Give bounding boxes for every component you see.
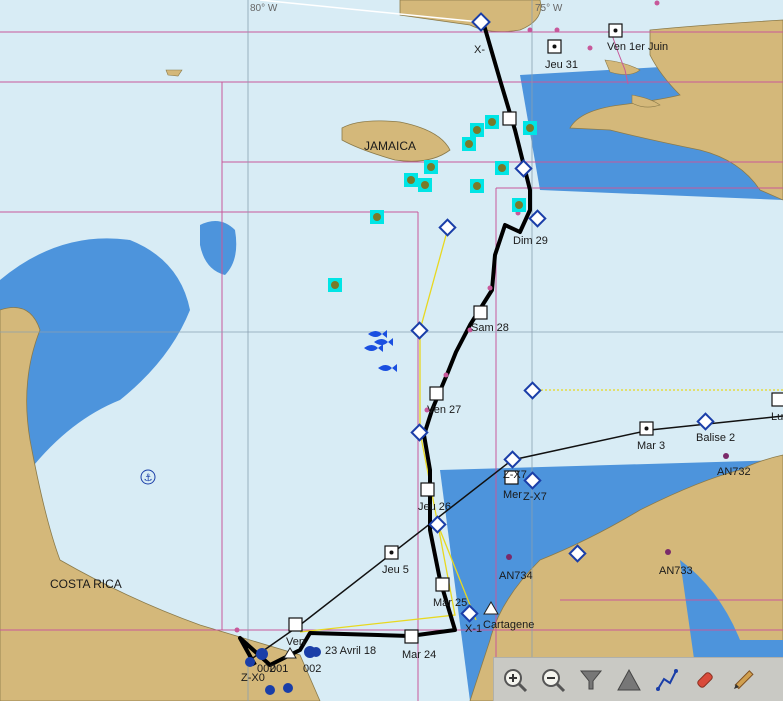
label-zx7-a: Z-X7 (503, 469, 527, 481)
label-mar-24: Mar 24 (402, 649, 436, 661)
svg-text:⚓: ⚓ (144, 473, 153, 484)
marker-button[interactable] (688, 662, 722, 698)
label-ven-27: Ven 27 (427, 404, 461, 416)
route-icon (656, 668, 678, 691)
label-ven: Ven (286, 636, 305, 648)
marker-icon (697, 671, 713, 688)
label-balise-2: Balise 2 (696, 432, 735, 444)
label-lu: Lu (771, 411, 783, 423)
label-002: 002 (303, 663, 321, 675)
label-an732: AN732 (717, 466, 751, 478)
filter-button[interactable] (574, 662, 608, 698)
label-dim-29: Dim 29 (513, 235, 548, 247)
label-ven-1er-juin: Ven 1er Juin (607, 41, 668, 53)
lon-label-80: 80° W (250, 3, 278, 14)
label-jeu-26: Jeu 26 (418, 501, 451, 513)
label-002b: 002 (257, 663, 275, 675)
zoom-in-button[interactable] (498, 662, 532, 698)
route-button[interactable] (650, 662, 684, 698)
zoom-out-icon (542, 668, 566, 692)
label-an733: AN733 (659, 565, 693, 577)
label-jeu-31: Jeu 31 (545, 59, 578, 71)
pencil-icon (734, 669, 754, 689)
zoom-in-icon (504, 668, 528, 692)
lon-label-75: 75° W (535, 3, 563, 14)
label-zx7-b: Z-X7 (523, 491, 547, 503)
chart-toolbar (493, 657, 783, 701)
label-x1: X-1 (465, 623, 482, 635)
pencil-button[interactable] (726, 662, 760, 698)
label-an734: AN734 (499, 570, 533, 582)
zoom-out-button[interactable] (536, 662, 570, 698)
warning-button[interactable] (612, 662, 646, 698)
warning-icon (617, 668, 641, 690)
label-mar-3: Mar 3 (637, 440, 665, 452)
label-23-avril-18: 23 Avril 18 (325, 645, 376, 657)
label-costa-rica: COSTA RICA (50, 577, 122, 591)
label-jeu-5: Jeu 5 (382, 564, 409, 576)
label-sam-28: Sam 28 (471, 322, 509, 334)
filter-icon (579, 670, 603, 689)
label-jamaica: JAMAICA (364, 139, 416, 153)
label-cartagene: Cartagene (483, 619, 534, 631)
nautical-chart[interactable]: 80° W 75° W ⚓ JAMAICA COSTA RICA Cartage… (0, 0, 783, 701)
label-mar-25: Mar 25 (433, 597, 467, 609)
label-waypoint-x: X- (474, 44, 485, 56)
label-mer: Mer (503, 489, 522, 501)
